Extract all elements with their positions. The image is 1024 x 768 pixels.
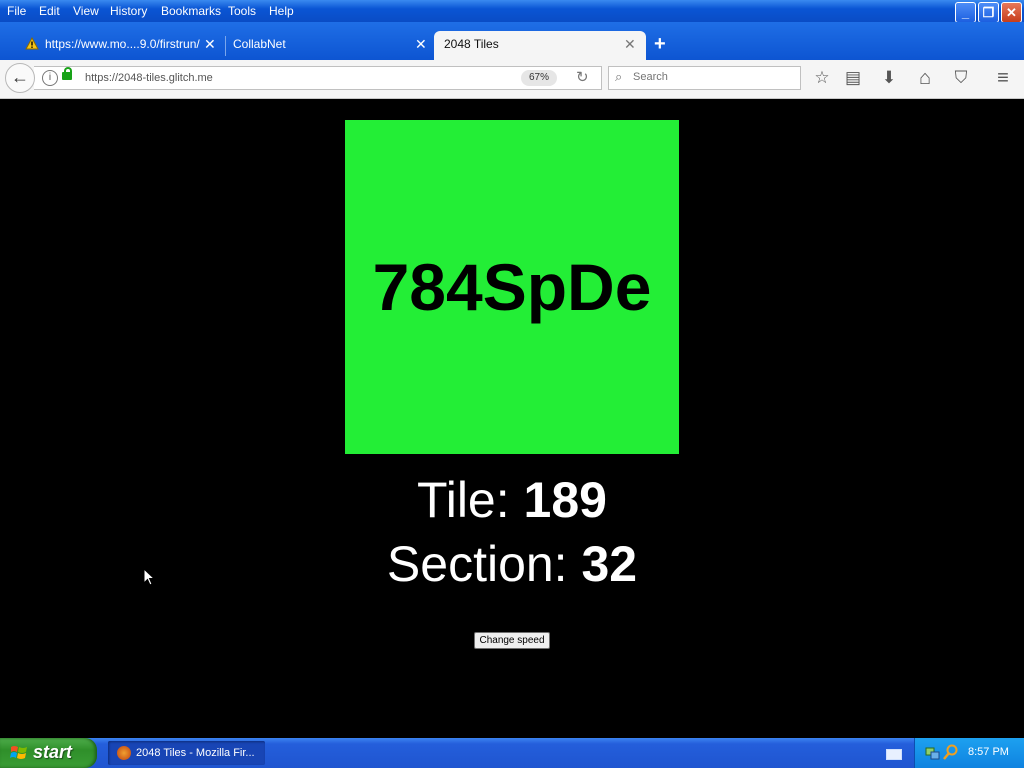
change-speed-button[interactable]: Change speed xyxy=(474,632,550,649)
tile-counter: Tile: 189 xyxy=(0,471,1024,529)
system-tray: 8:57 PM xyxy=(914,738,1024,768)
maximize-button[interactable]: ❐ xyxy=(978,2,999,23)
network-icon[interactable] xyxy=(925,745,941,761)
tile-code-text: 784SpDe xyxy=(372,250,652,324)
section-label: Section: xyxy=(386,536,582,592)
back-arrow-icon: ← xyxy=(11,67,29,87)
pocket-icon[interactable]: ⛉ xyxy=(949,67,973,89)
reading-list-icon[interactable]: ▤ xyxy=(841,67,865,89)
new-tab-button[interactable]: + xyxy=(654,33,666,56)
search-icon: ⌕ xyxy=(615,69,623,84)
menu-bar: File Edit View History Bookmarks Tools H… xyxy=(0,0,1024,23)
taskbar: start 2048 Tiles - Mozilla Fir... 8:57 P… xyxy=(0,738,1024,768)
search-tray-icon[interactable] xyxy=(943,744,959,761)
tab-label: https://www.mo....9.0/firstrun/ xyxy=(45,37,200,51)
firefox-icon xyxy=(117,746,131,760)
taskbar-item-firefox[interactable]: 2048 Tiles - Mozilla Fir... xyxy=(108,741,265,765)
tab-label: 2048 Tiles xyxy=(444,37,499,51)
close-window-button[interactable]: ✕ xyxy=(1001,2,1022,23)
tab-2048-tiles[interactable]: 2048 Tiles ✕ xyxy=(434,31,646,60)
download-icon[interactable]: ⬇ xyxy=(877,67,901,89)
taskbar-item-label: 2048 Tiles - Mozilla Fir... xyxy=(136,747,255,759)
tab-firstrun[interactable]: https://www.mo....9.0/firstrun/ ✕ xyxy=(20,31,220,60)
mouse-cursor-icon xyxy=(143,568,155,586)
lock-icon[interactable] xyxy=(62,67,72,80)
url-text[interactable]: https://2048-tiles.glitch.me xyxy=(85,72,213,84)
menu-tools[interactable]: Tools xyxy=(228,4,256,18)
search-bar[interactable]: ⌕ xyxy=(608,66,801,90)
tab-label: CollabNet xyxy=(233,37,286,51)
reload-icon[interactable]: ↻ xyxy=(576,68,589,86)
tab-close-icon[interactable]: ✕ xyxy=(204,36,216,53)
clock: 8:57 PM xyxy=(968,746,1009,758)
warning-icon xyxy=(25,37,39,50)
hamburger-menu-icon[interactable]: ≡ xyxy=(991,67,1015,89)
menu-edit[interactable]: Edit xyxy=(39,4,60,18)
url-bar[interactable]: i https://2048-tiles.glitch.me 67% ↻ xyxy=(34,66,602,90)
tab-close-icon[interactable]: ✕ xyxy=(415,36,427,53)
color-tile: 784SpDe xyxy=(345,120,679,454)
search-input[interactable] xyxy=(631,70,795,84)
zoom-indicator[interactable]: 67% xyxy=(521,70,557,86)
menu-bookmarks[interactable]: Bookmarks xyxy=(161,4,221,18)
menu-history[interactable]: History xyxy=(110,4,147,18)
back-button[interactable]: ← xyxy=(5,63,35,93)
navigation-bar: i https://2048-tiles.glitch.me 67% ↻ ← ⌕… xyxy=(0,60,1024,99)
home-icon[interactable]: ⌂ xyxy=(913,67,937,89)
section-value: 32 xyxy=(581,536,638,592)
tile-label: Tile: xyxy=(417,472,524,528)
tab-strip: https://www.mo....9.0/firstrun/ ✕ Collab… xyxy=(0,22,1024,60)
keyboard-icon[interactable] xyxy=(886,749,902,760)
tab-close-icon[interactable]: ✕ xyxy=(624,36,636,53)
info-icon[interactable]: i xyxy=(42,70,58,86)
windows-logo-icon xyxy=(10,746,27,759)
tab-collabnet[interactable]: CollabNet ✕ xyxy=(226,31,433,60)
tile-value: 189 xyxy=(523,472,607,528)
start-button[interactable]: start xyxy=(0,738,97,768)
menu-help[interactable]: Help xyxy=(269,4,294,18)
page-content: 784SpDe Tile: 189 Section: 32 Change spe… xyxy=(0,99,1024,738)
minimize-button[interactable]: _ xyxy=(955,2,976,23)
start-label: start xyxy=(33,742,73,762)
menu-file[interactable]: File xyxy=(7,4,26,18)
bookmark-star-icon[interactable]: ☆ xyxy=(810,67,834,89)
menu-view[interactable]: View xyxy=(73,4,99,18)
